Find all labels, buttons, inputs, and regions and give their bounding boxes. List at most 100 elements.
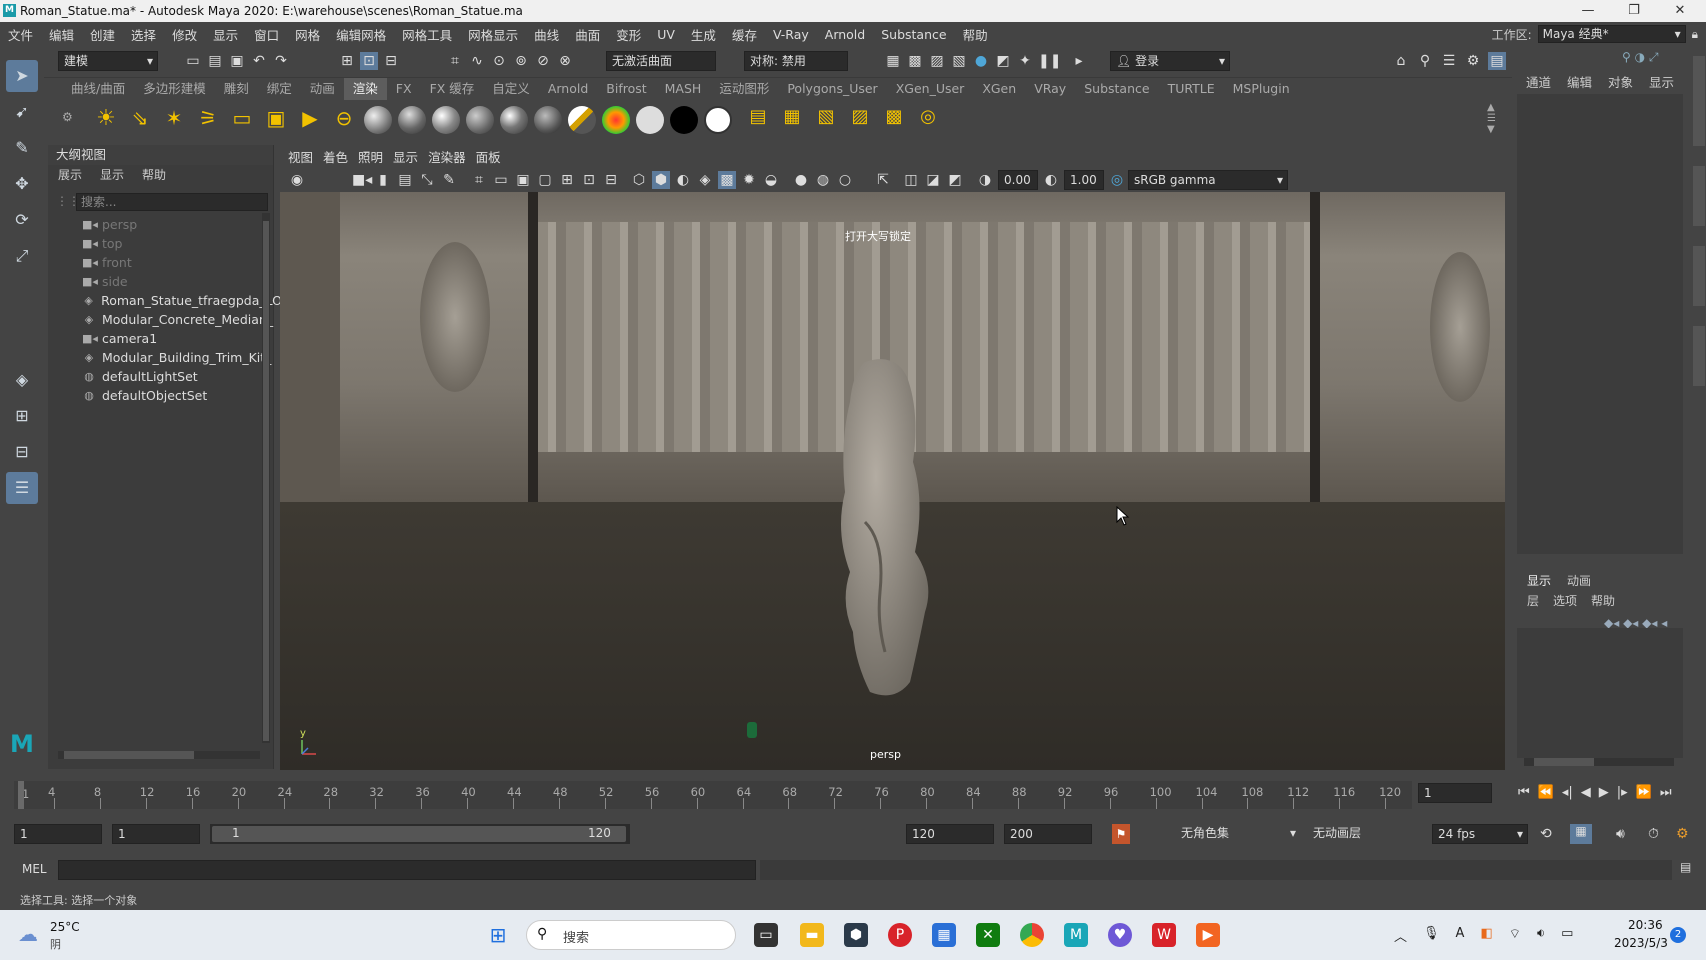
side-tab-human-ik[interactable] <box>1693 326 1705 386</box>
lasso-tool-icon[interactable]: ➹ <box>6 96 38 128</box>
smooth-shade-icon[interactable]: ⬢ <box>652 171 670 189</box>
layer-menu-help[interactable]: 帮助 <box>1591 592 1615 610</box>
outliner-hscrollbar[interactable] <box>58 751 260 759</box>
task-view-icon[interactable]: ▭ <box>754 923 778 947</box>
undo-icon[interactable]: ↶ <box>250 52 268 70</box>
shelf-tab-animation[interactable]: 动画 <box>301 78 344 100</box>
render-layer-icon[interactable]: ▩ <box>880 106 908 134</box>
phong-material-icon[interactable] <box>432 106 460 134</box>
play-icon[interactable]: ▸ <box>1070 52 1088 70</box>
play-forwards-icon[interactable]: ▶ <box>1599 785 1609 800</box>
snap-curve-icon[interactable]: ∿ <box>468 52 486 70</box>
shelf-tab-poly[interactable]: 多边形建模 <box>134 78 215 100</box>
step-back-key-icon[interactable]: ⏪ <box>1538 785 1554 800</box>
battery-icon[interactable]: ▭ <box>1561 926 1573 945</box>
weather-cloud-icon[interactable]: ☁ <box>18 922 38 946</box>
ambient-light-icon[interactable]: ☀ <box>92 106 120 134</box>
viewport-menu-lighting[interactable]: 照明 <box>358 148 383 168</box>
paint-select-icon[interactable]: ✎ <box>6 132 38 164</box>
viewport-menu-panels[interactable]: 面板 <box>476 148 501 168</box>
viewport-menu-view[interactable]: 视图 <box>288 148 313 168</box>
outliner-item[interactable]: ■◂ camera1 <box>82 329 282 348</box>
attribute-editor-icon[interactable]: ☰ <box>1440 52 1458 70</box>
character-set-dropdown[interactable]: 无角色集 ▾ <box>1176 824 1300 844</box>
select-hierarchy-icon[interactable]: ⊞ <box>338 52 356 70</box>
camera-light-icon[interactable]: ▶ <box>296 106 324 134</box>
script-editor-icon[interactable]: ▤ <box>1680 860 1691 874</box>
new-scene-icon[interactable]: ▭ <box>184 52 202 70</box>
lighting-icon[interactable]: ✦ <box>1016 52 1034 70</box>
app-heart-icon[interactable]: ♥ <box>1108 923 1132 947</box>
hypershade-icon[interactable]: ● <box>972 52 990 70</box>
menu-file[interactable]: 文件 <box>0 25 41 44</box>
step-forward-key-icon[interactable]: ⏩ <box>1636 785 1652 800</box>
isolate-select-icon[interactable]: ⇱ <box>874 171 892 189</box>
channel-box-menu-edit[interactable]: 编辑 <box>1567 72 1592 91</box>
clock-time[interactable]: 20:36 <box>1628 918 1663 932</box>
lambert-material-icon[interactable] <box>398 106 426 134</box>
ms-store-icon[interactable]: ▦ <box>932 923 956 947</box>
safe-action-icon[interactable]: ⊡ <box>580 171 598 189</box>
hypershade-shelf-icon[interactable]: ▤ <box>744 106 772 134</box>
motion-blur-icon[interactable]: ◍ <box>814 171 832 189</box>
shelf-tab-motion-graphics[interactable]: 运动图形 <box>710 78 778 100</box>
open-scene-icon[interactable]: ▤ <box>206 52 224 70</box>
playback-end-field[interactable]: 120 <box>906 824 994 844</box>
channel-box-menu-show[interactable]: 显示 <box>1649 72 1674 91</box>
menu-help[interactable]: 帮助 <box>955 25 996 44</box>
menu-mesh[interactable]: 网格 <box>287 25 328 44</box>
channel-box-icon[interactable]: ▤ <box>1488 52 1506 70</box>
go-to-end-icon[interactable]: ⏭ <box>1660 785 1672 800</box>
tool-settings-icon[interactable]: ⚙ <box>1464 52 1482 70</box>
animation-start-field[interactable]: 1 <box>14 824 102 844</box>
snap-view-icon[interactable]: ⊚ <box>512 52 530 70</box>
save-scene-icon[interactable]: ▣ <box>228 52 246 70</box>
redo-icon[interactable]: ↷ <box>272 52 290 70</box>
anti-aliasing-icon[interactable]: ○ <box>836 171 854 189</box>
pinterest-icon[interactable]: P <box>888 923 912 947</box>
menu-windows[interactable]: 窗口 <box>246 25 287 44</box>
layer-tab-animation[interactable]: 动画 <box>1567 572 1591 590</box>
shelf-tab-mash[interactable]: MASH <box>656 78 711 100</box>
use-background-icon[interactable] <box>670 106 698 134</box>
clock-date[interactable]: 2023/5/3 <box>1614 936 1668 950</box>
3d-viewport[interactable]: 打开大写锁定 persp y <box>280 192 1505 770</box>
unity-hub-icon[interactable]: ⬢ <box>844 923 868 947</box>
current-frame-field[interactable]: 1 <box>1418 783 1492 803</box>
outliner-item[interactable]: ◈ Modular_Concrete_Median_ <box>82 310 282 329</box>
microphone-icon[interactable]: 🎙︎ <box>1423 926 1440 945</box>
layered-material-icon[interactable] <box>534 106 562 134</box>
chrome-icon[interactable] <box>1020 923 1044 947</box>
human-ik-icon[interactable]: ⚲ <box>1416 52 1434 70</box>
pause-icon[interactable]: ❚❚ <box>1038 52 1061 70</box>
side-tab-modeling-toolkit[interactable] <box>1693 246 1705 306</box>
gamma-icon[interactable]: ◐ <box>1042 171 1060 189</box>
field-chart-icon[interactable]: ⊞ <box>558 171 576 189</box>
notification-badge[interactable]: 2 <box>1670 927 1686 943</box>
screen-space-ao-icon[interactable]: ● <box>792 171 810 189</box>
phonge-material-icon[interactable] <box>466 106 494 134</box>
menu-mesh-display[interactable]: 网格显示 <box>460 25 526 44</box>
ramp-material-icon[interactable] <box>568 106 596 134</box>
shelf-tab-fx-cache[interactable]: FX 缓存 <box>421 78 484 100</box>
layer-hscrollbar[interactable] <box>1524 758 1674 766</box>
side-tab-attribute-editor[interactable] <box>1693 56 1705 146</box>
shelf-tab-turtle[interactable]: TURTLE <box>1159 78 1224 100</box>
windows-start-icon[interactable]: ⊞ <box>486 923 510 947</box>
snap-surface-icon[interactable]: ⊘ <box>534 52 552 70</box>
layer-menu-layers[interactable]: 层 <box>1527 592 1539 610</box>
channel-box-menu-channels[interactable]: 通道 <box>1526 72 1551 91</box>
xray-components-icon[interactable]: ◩ <box>946 171 964 189</box>
channel-box-icons[interactable]: ⚲ ◑ ⤢ <box>1622 50 1659 65</box>
symmetry-dropdown[interactable]: 对称: 禁用 <box>744 51 848 71</box>
snap-live-icon[interactable]: ⊗ <box>556 52 574 70</box>
step-forward-frame-icon[interactable]: |▸ <box>1617 785 1628 800</box>
menu-vray[interactable]: V-Ray <box>765 27 817 42</box>
xray-icon[interactable]: ◫ <box>902 171 920 189</box>
cache-playback-icon[interactable]: ▦ <box>1570 824 1592 844</box>
animation-preferences-icon[interactable]: ⚙ <box>1676 826 1689 842</box>
range-slider-bar[interactable] <box>212 826 626 842</box>
shelf-tab-xgen[interactable]: XGen <box>973 78 1025 100</box>
shelf-tab-fx[interactable]: FX <box>387 78 421 100</box>
shelf-tab-substance[interactable]: Substance <box>1075 78 1158 100</box>
